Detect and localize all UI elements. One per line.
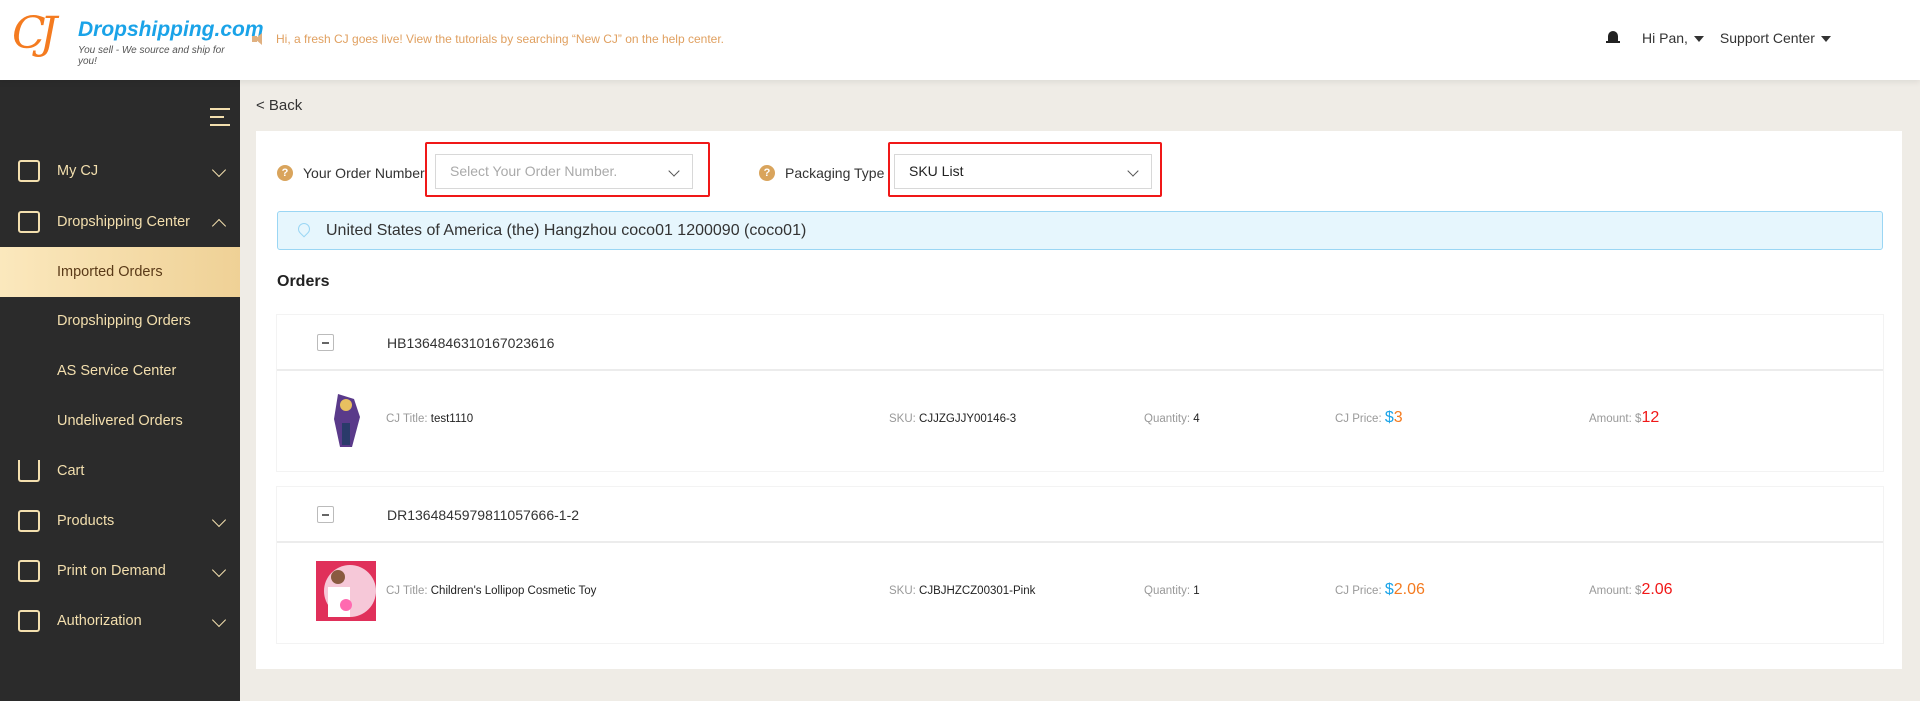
price-label: CJ Price: (1335, 585, 1382, 597)
order-item-row: CJ Title: Children's Lollipop Cosmetic T… (277, 543, 1883, 641)
sidebar-item-my-cj[interactable]: My CJ (0, 146, 240, 196)
select-placeholder: Select Your Order Number. (450, 163, 618, 179)
packaging-type-field-label: ? Packaging Type (759, 165, 884, 181)
label-text: Packaging Type (785, 165, 885, 181)
logo-tagline: You sell - We source and ship for you! (78, 45, 225, 67)
chevron-down-icon (668, 165, 680, 177)
sidebar-item-label: AS Service Center (57, 363, 177, 379)
chevron-down-icon (211, 612, 227, 628)
quantity-value: 1 (1193, 585, 1200, 597)
amount-label: Amount: (1589, 413, 1632, 425)
collapse-checkbox[interactable] (317, 506, 334, 523)
sku-value: CJBJHZCZ00301-Pink (919, 585, 1036, 597)
back-link[interactable]: < Back (256, 97, 302, 114)
user-greeting: Hi Pan, (1642, 30, 1688, 46)
price-value: 2.06 (1393, 581, 1425, 598)
announcement-text: Hi, a fresh CJ goes live! View the tutor… (276, 32, 724, 46)
sidebar-item-label: Dropshipping Orders (57, 313, 191, 329)
sidebar-item-dropshipping-orders[interactable]: Dropshipping Orders (0, 296, 240, 346)
amount-value: 12 (1641, 409, 1660, 426)
shipping-address-bar: United States of America (the) Hangzhou … (277, 211, 1883, 250)
sidebar-item-label: Print on Demand (57, 563, 166, 579)
clipboard-icon (18, 211, 40, 233)
address-text: United States of America (the) Hangzhou … (326, 222, 807, 239)
help-icon[interactable]: ? (277, 165, 293, 181)
sidebar-item-label: Cart (57, 463, 85, 479)
amount-value: 2.06 (1641, 581, 1673, 598)
sidebar-item-label: Dropshipping Center (57, 214, 190, 230)
chevron-down-icon (211, 162, 227, 178)
sidebar-item-undelivered-orders[interactable]: Undelivered Orders (0, 396, 240, 446)
cart-icon (18, 460, 40, 482)
pod-icon (18, 560, 40, 582)
sidebar: My CJ Dropshipping Center Imported Order… (0, 80, 240, 701)
order-item-row: CJ Title: test1110 SKU: CJJZGJJY00146-3 … (277, 371, 1883, 469)
sku-label: SKU: (889, 585, 916, 597)
support-center-menu[interactable]: Support Center (1720, 30, 1847, 46)
cj-logo[interactable]: CJ Dropshipping.com You sell - We source… (12, 8, 264, 67)
packaging-type-select[interactable]: SKU List (894, 154, 1152, 189)
bag-icon (18, 510, 40, 532)
label-text: Your Order Number (303, 165, 425, 181)
authorization-icon (18, 610, 40, 632)
sku-label: SKU: (889, 413, 916, 425)
user-menu[interactable]: Hi Pan, (1642, 30, 1720, 46)
sidebar-item-imported-orders[interactable]: Imported Orders (0, 247, 240, 297)
sidebar-item-print-on-demand[interactable]: Print on Demand (0, 546, 240, 596)
sidebar-item-as-service-center[interactable]: AS Service Center (0, 346, 240, 396)
quantity-value: 4 (1193, 413, 1200, 425)
product-title: Children's Lollipop Cosmetic Toy (430, 585, 597, 597)
support-center-label: Support Center (1719, 30, 1815, 46)
chevron-up-icon (211, 218, 227, 234)
order-number-select[interactable]: Select Your Order Number. (435, 154, 693, 189)
orders-heading: Orders (277, 273, 330, 290)
amount-label: Amount: (1589, 585, 1632, 597)
chevron-down-icon (1127, 165, 1139, 177)
order-card: DR1364845979811057666-1-2 CJ Title: Chil… (277, 487, 1883, 643)
caret-down-icon (1820, 36, 1831, 43)
sidebar-item-label: My CJ (57, 163, 99, 179)
order-number-field-label: ? Your Order Number (277, 165, 425, 181)
bell-icon[interactable] (1606, 30, 1620, 46)
order-card: HB1364846310167023616 CJ Title: test1110… (277, 315, 1883, 471)
help-icon[interactable]: ? (759, 165, 775, 181)
order-id: HB1364846310167023616 (387, 335, 555, 351)
title-label: CJ Title: (386, 585, 428, 597)
logo-brand: Dropshipping.com (78, 18, 264, 41)
collapse-checkbox[interactable] (317, 334, 334, 351)
monitor-icon (18, 160, 40, 182)
sidebar-item-label: Authorization (57, 613, 142, 629)
price-value: 3 (1393, 409, 1403, 426)
caret-down-icon (1693, 36, 1704, 43)
price-label: CJ Price: (1335, 413, 1382, 425)
currency: $ (1384, 581, 1394, 598)
select-value: SKU List (909, 163, 964, 179)
chevron-down-icon (211, 562, 227, 578)
sidebar-item-label: Products (57, 513, 115, 529)
order-id: DR1364845979811057666-1-2 (387, 507, 580, 523)
sidebar-item-products[interactable]: Products (0, 496, 240, 546)
sidebar-item-label: Undelivered Orders (57, 413, 183, 429)
product-thumbnail (334, 394, 360, 447)
sidebar-item-label: Imported Orders (57, 264, 163, 280)
sku-value: CJJZGJJY00146-3 (919, 413, 1017, 425)
logo-mark: CJ (12, 8, 57, 59)
order-form-card: ? Your Order Number Select Your Order Num… (256, 131, 1902, 669)
sidebar-item-dropshipping-center[interactable]: Dropshipping Center (0, 197, 240, 247)
title-label: CJ Title: (386, 413, 428, 425)
chevron-down-icon (211, 512, 227, 528)
product-thumbnail (316, 561, 376, 621)
currency: $ (1384, 409, 1394, 426)
menu-collapse-icon[interactable] (210, 108, 230, 126)
location-pin-icon (295, 220, 313, 238)
announcement: Hi, a fresh CJ goes live! View the tutor… (252, 32, 724, 46)
top-header: CJ Dropshipping.com You sell - We source… (0, 0, 1920, 80)
sidebar-item-cart[interactable]: Cart (0, 446, 240, 496)
speaker-icon (252, 33, 266, 45)
quantity-label: Quantity: (1144, 585, 1191, 597)
product-title: test1110 (430, 413, 474, 425)
quantity-label: Quantity: (1144, 413, 1191, 425)
sidebar-item-authorization[interactable]: Authorization (0, 596, 240, 646)
